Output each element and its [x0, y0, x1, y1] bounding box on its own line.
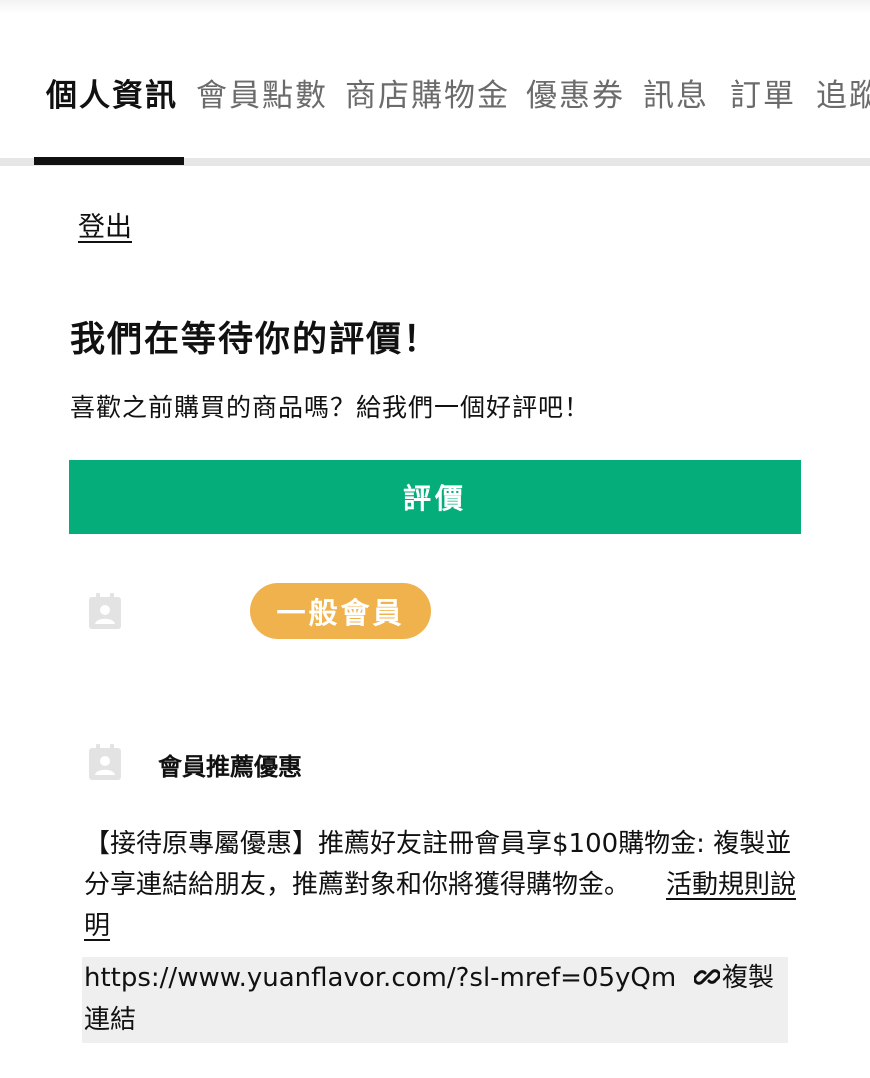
- copy-link-label-1: 複製: [722, 963, 775, 993]
- referral-icon: [88, 743, 122, 781]
- tab-personal-info[interactable]: 個人資訊: [46, 76, 178, 116]
- tab-coupons[interactable]: 優惠券: [526, 76, 625, 116]
- tab-active-indicator: [34, 157, 184, 165]
- referral-url[interactable]: https://www.yuanflavor.com/?sl-mref=05yQ…: [84, 957, 676, 999]
- copy-link-label-2[interactable]: 連結: [84, 999, 136, 1041]
- copy-link-button[interactable]: 複製: [693, 957, 775, 1003]
- tab-tracking[interactable]: 追蹤: [816, 76, 870, 116]
- account-tabs: 個人資訊 會員點數 商店購物金 優惠券 訊息 訂單 追蹤: [0, 62, 870, 132]
- referral-link-box: https://www.yuanflavor.com/?sl-mref=05yQ…: [82, 957, 788, 1043]
- member-tier-badge: 一般會員: [250, 583, 431, 639]
- review-button[interactable]: 評價: [69, 460, 801, 534]
- tab-orders[interactable]: 訂單: [730, 76, 796, 116]
- tab-messages[interactable]: 訊息: [643, 76, 709, 116]
- review-prompt-subtitle: 喜歡之前購買的商品嗎？給我們一個好評吧！: [70, 393, 591, 422]
- link-icon: [693, 961, 721, 1003]
- tab-member-points[interactable]: 會員點數: [196, 76, 328, 116]
- review-prompt-title: 我們在等待你的評價！: [70, 320, 441, 360]
- tab-store-credit[interactable]: 商店購物金: [345, 76, 510, 116]
- top-strip: [0, 0, 870, 14]
- referral-description: 【接待原專屬優惠】推薦好友註冊會員享$100購物金: 複製並分享連結給朋友，推薦…: [84, 824, 804, 947]
- referral-title: 會員推薦優惠: [158, 753, 302, 781]
- logout-link[interactable]: 登出: [78, 208, 132, 248]
- member-card-icon: [88, 592, 122, 630]
